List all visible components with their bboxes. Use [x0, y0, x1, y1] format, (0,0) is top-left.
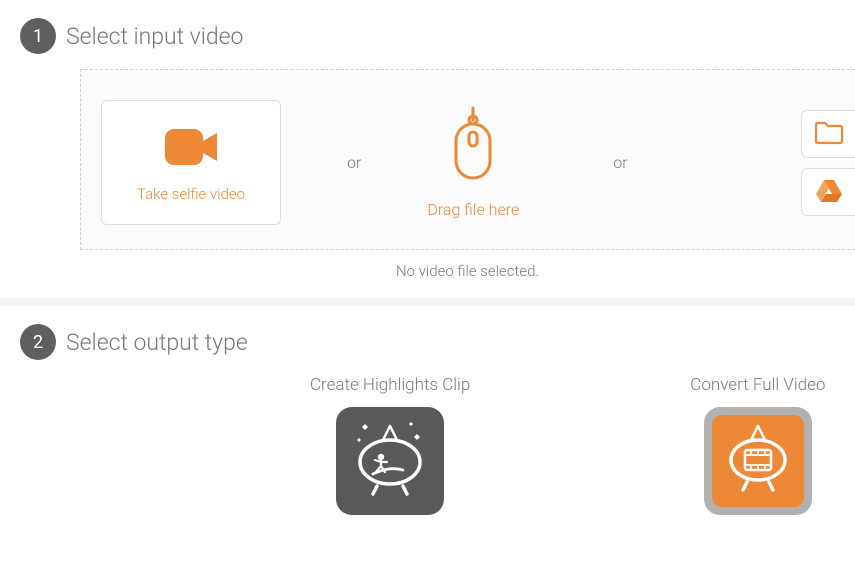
google-drive-icon [815, 178, 843, 206]
section-title-output: Select output type [66, 329, 248, 356]
section-output-type: 2 Select output type Create Highlights C… [0, 306, 855, 515]
or-text-1: or [281, 153, 427, 172]
mouse-icon [448, 106, 498, 188]
browse-folder-button[interactable] [801, 110, 855, 158]
output-option-convert: Convert Full Video [690, 375, 825, 515]
output-options: Create Highlights Clip [310, 375, 855, 515]
step-badge-1: 1 [20, 18, 56, 54]
create-highlights-button[interactable] [336, 407, 444, 515]
section-title-input: Select input video [66, 23, 243, 50]
output-label-highlights: Create Highlights Clip [310, 375, 470, 395]
step-badge-2: 2 [20, 324, 56, 360]
take-selfie-button[interactable]: Take selfie video [101, 100, 281, 225]
google-drive-button[interactable] [801, 168, 855, 216]
convert-tile-inner [712, 415, 804, 507]
output-option-highlights: Create Highlights Clip [310, 375, 470, 515]
take-selfie-label: Take selfie video [137, 185, 245, 203]
or-text-2: or [519, 153, 673, 172]
drag-file-label: Drag file here [427, 200, 519, 219]
section-input-video: 1 Select input video Take selfie video o… [0, 0, 855, 280]
status-text: No video file selected. [80, 262, 855, 280]
drag-file-area[interactable]: Drag file here [427, 106, 519, 219]
section-divider [0, 298, 855, 306]
convert-full-video-button[interactable] [704, 407, 812, 515]
highlights-tv-icon [347, 416, 433, 506]
input-panel: Take selfie video or Drag file here or [80, 69, 855, 250]
section-header: 1 Select input video [20, 18, 855, 54]
right-button-group [801, 110, 855, 216]
camera-icon [159, 123, 223, 175]
folder-icon [814, 119, 844, 149]
section-header-2: 2 Select output type [20, 324, 855, 360]
film-tv-icon [719, 420, 797, 502]
output-label-convert: Convert Full Video [690, 375, 825, 395]
